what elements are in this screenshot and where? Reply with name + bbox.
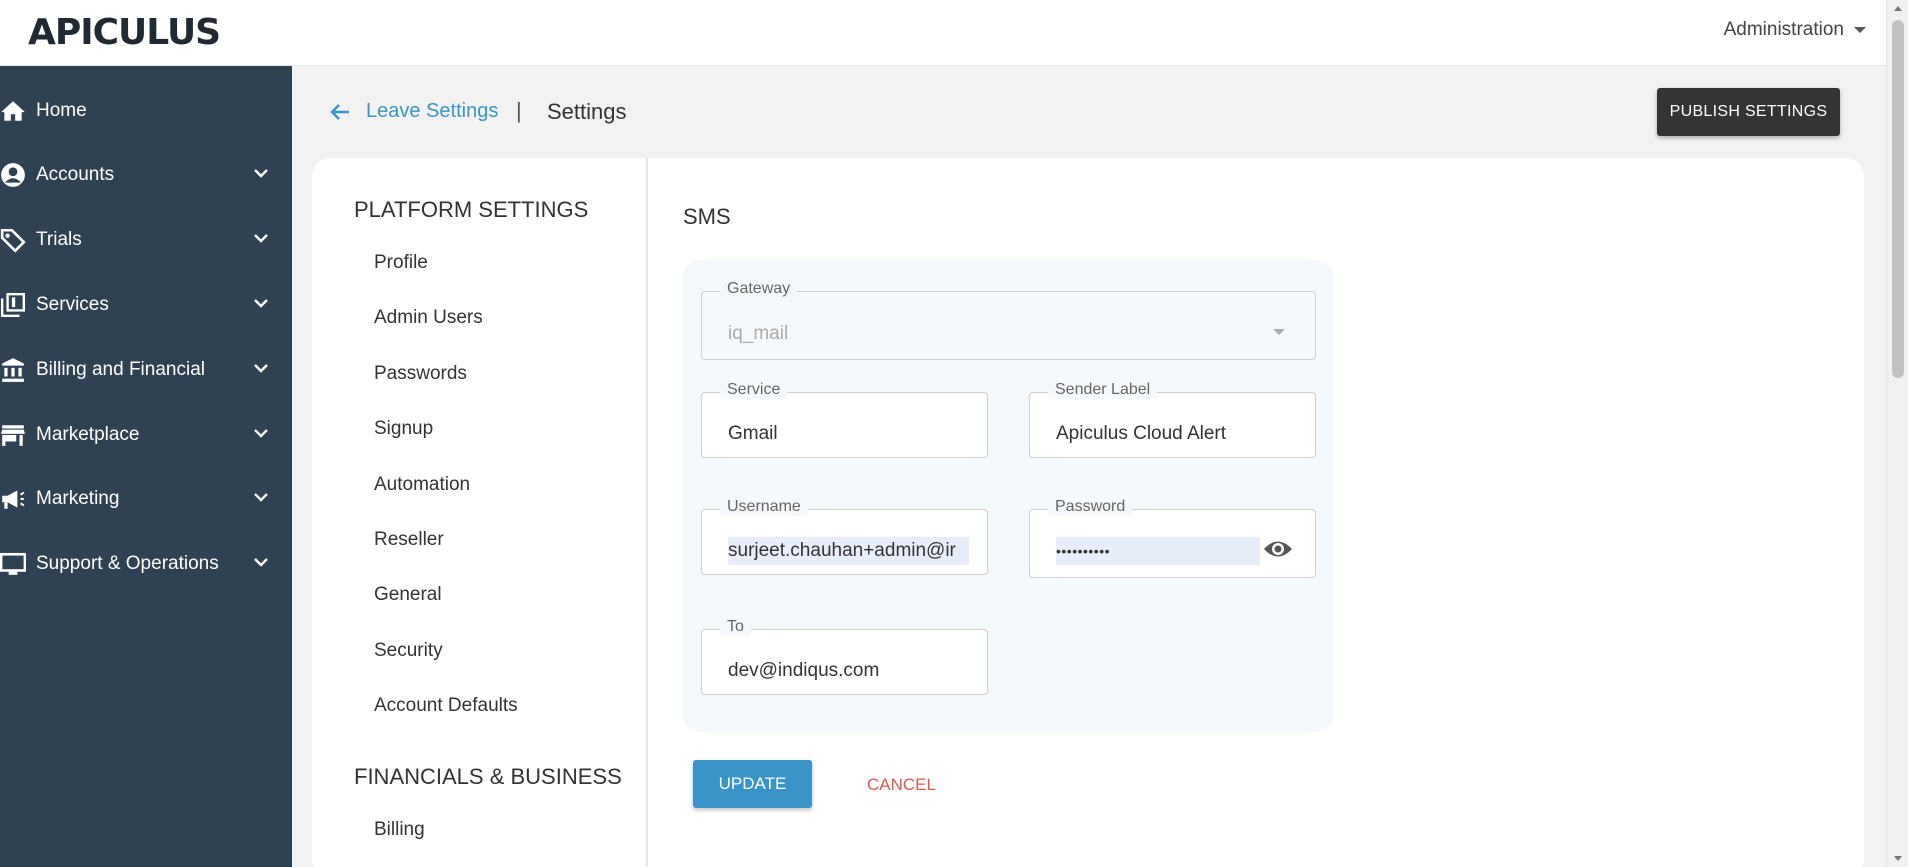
sidebar-item-label: Trials <box>36 229 82 250</box>
cancel-button[interactable]: CANCEL <box>867 775 936 795</box>
sidebar-item-label: Marketplace <box>36 424 140 445</box>
leave-settings-link[interactable]: Leave Settings <box>366 100 498 123</box>
home-icon <box>1 101 25 121</box>
menu-item-billing[interactable]: Billing <box>374 819 425 841</box>
sidebar-item-label: Home <box>36 100 87 121</box>
menu-item-admin-users[interactable]: Admin Users <box>374 307 483 329</box>
sidebar-item-marketing[interactable]: Marketing <box>0 474 292 524</box>
arrow-left-icon[interactable] <box>328 101 352 123</box>
dropdown-caret-icon <box>1273 329 1285 335</box>
sidebar: Home Accounts Trials Services Billing an… <box>0 66 292 867</box>
scroll-down-arrow-icon[interactable] <box>1894 856 1902 861</box>
sidebar-item-marketplace[interactable]: Marketplace <box>0 410 292 460</box>
page-title: Settings <box>547 99 627 124</box>
chevron-down-icon <box>254 299 268 308</box>
administration-menu-label: Administration <box>1723 19 1844 40</box>
sidebar-item-billing-and-financial[interactable]: Billing and Financial <box>0 345 292 395</box>
chevron-down-icon <box>254 169 268 178</box>
username-input[interactable]: Username surjeet.chauhan+admin@ir <box>701 498 988 575</box>
store-icon <box>1 425 25 446</box>
menu-item-signup[interactable]: Signup <box>374 418 433 440</box>
to-input[interactable]: To dev@indiqus.com <box>701 618 988 695</box>
sidebar-item-support-and-operations[interactable]: Support & Operations <box>0 539 292 589</box>
menu-item-reseller[interactable]: Reseller <box>374 529 444 551</box>
monitor-icon <box>0 552 26 575</box>
chevron-down-icon <box>254 364 268 373</box>
scroll-up-arrow-icon[interactable] <box>1894 6 1902 11</box>
sidebar-item-trials[interactable]: Trials <box>0 215 292 265</box>
sidebar-item-accounts[interactable]: Accounts <box>0 150 292 200</box>
service-input[interactable]: Service Gmail <box>701 381 988 458</box>
chevron-down-icon <box>254 429 268 438</box>
library-icon <box>0 292 26 318</box>
username-value: surjeet.chauhan+admin@ir <box>728 537 969 565</box>
tag-icon <box>0 228 26 253</box>
chevron-down-icon <box>254 558 268 567</box>
to-value: dev@indiqus.com <box>728 660 880 681</box>
update-button[interactable]: UPDATE <box>693 760 812 808</box>
sms-section-title: SMS <box>683 204 731 229</box>
chevron-down-icon <box>254 234 268 243</box>
administration-menu[interactable]: Administration <box>1724 19 1866 41</box>
card-divider <box>646 158 648 867</box>
breadcrumb-separator: | <box>516 98 522 123</box>
chevron-down-icon <box>254 493 268 502</box>
sidebar-item-label: Support & Operations <box>36 553 219 574</box>
menu-item-automation[interactable]: Automation <box>374 474 470 496</box>
sender-label-value: Apiculus Cloud Alert <box>1056 423 1227 444</box>
sidebar-item-label: Marketing <box>36 488 120 509</box>
sidebar-item-label: Billing and Financial <box>36 359 205 380</box>
sender-label-input[interactable]: Sender Label Apiculus Cloud Alert <box>1029 381 1316 458</box>
password-input[interactable]: Password •••••••••• <box>1029 498 1316 578</box>
menu-item-general[interactable]: General <box>374 584 442 606</box>
sidebar-item-home[interactable]: Home <box>0 86 292 136</box>
menu-item-security[interactable]: Security <box>374 640 443 662</box>
sender-label-label: Sender Label <box>1048 381 1158 399</box>
platform-settings-heading: PLATFORM SETTINGS <box>354 197 589 222</box>
bank-icon <box>2 358 24 382</box>
service-label: Service <box>720 381 788 399</box>
to-label: To <box>720 618 751 636</box>
sidebar-item-label: Accounts <box>36 164 115 185</box>
menu-item-profile[interactable]: Profile <box>374 252 428 274</box>
scrollbar-thumb[interactable] <box>1892 20 1904 378</box>
password-label: Password <box>1048 498 1133 516</box>
sidebar-item-label: Services <box>36 294 109 315</box>
eye-icon[interactable] <box>1263 538 1293 560</box>
megaphone-icon <box>2 490 25 509</box>
caret-down-icon <box>1854 26 1866 33</box>
sidebar-item-services[interactable]: Services <box>0 280 292 330</box>
gateway-value: iq_mail <box>728 323 789 344</box>
username-label: Username <box>720 498 808 516</box>
page-scrollbar[interactable] <box>1886 0 1908 867</box>
gateway-label: Gateway <box>720 280 798 298</box>
publish-settings-button[interactable]: PUBLISH SETTINGS <box>1657 88 1840 136</box>
password-value: •••••••••• <box>1056 537 1260 565</box>
service-value: Gmail <box>728 423 778 444</box>
gateway-select[interactable]: Gateway iq_mail <box>701 280 1316 360</box>
menu-item-account-defaults[interactable]: Account Defaults <box>374 695 518 717</box>
financials-business-heading: FINANCIALS & BUSINESS <box>354 764 622 789</box>
top-bar: APICULUS Administration <box>0 0 1886 66</box>
menu-item-passwords[interactable]: Passwords <box>374 363 467 385</box>
app-logo[interactable]: APICULUS <box>28 12 221 53</box>
user-icon <box>1 163 25 187</box>
